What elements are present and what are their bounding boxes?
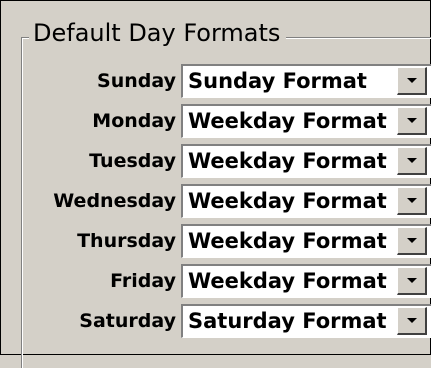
day-label: Friday	[110, 270, 176, 292]
selected-format: Weekday Format	[188, 269, 387, 293]
day-row-sunday: Sunday Sunday Format	[1, 61, 431, 101]
day-label: Monday	[92, 110, 176, 132]
chevron-down-icon	[407, 118, 417, 123]
chevron-down-icon	[407, 198, 417, 203]
dropdown-button[interactable]	[397, 67, 427, 95]
dropdown-button[interactable]	[397, 227, 427, 255]
dropdown-button[interactable]	[397, 267, 427, 295]
day-row-thursday: Thursday Weekday Format	[1, 221, 431, 261]
day-row-friday: Friday Weekday Format	[1, 261, 431, 301]
chevron-down-icon	[407, 238, 417, 243]
day-format-select-wednesday[interactable]: Weekday Format	[181, 184, 431, 218]
day-format-select-monday[interactable]: Weekday Format	[181, 104, 431, 138]
day-row-tuesday: Tuesday Weekday Format	[1, 141, 431, 181]
day-format-select-sunday[interactable]: Sunday Format	[181, 64, 431, 98]
selected-format: Weekday Format	[188, 229, 387, 253]
day-label: Thursday	[77, 230, 176, 252]
selected-format: Weekday Format	[188, 149, 387, 173]
dialog-frame: Default Day Formats Sunday Sunday Format…	[0, 0, 431, 368]
day-label: Wednesday	[53, 190, 176, 212]
day-label: Sunday	[97, 70, 176, 92]
dropdown-button[interactable]	[397, 187, 427, 215]
chevron-down-icon	[407, 158, 417, 163]
day-row-saturday: Saturday Saturday Format	[1, 301, 431, 341]
dropdown-button[interactable]	[397, 147, 427, 175]
selected-format: Sunday Format	[188, 69, 367, 93]
day-row-wednesday: Wednesday Weekday Format	[1, 181, 431, 221]
selected-format: Saturday Format	[188, 309, 387, 333]
group-title: Default Day Formats	[29, 18, 287, 48]
dropdown-button[interactable]	[397, 307, 427, 335]
day-label: Saturday	[79, 310, 176, 332]
chevron-down-icon	[407, 318, 417, 323]
selected-format: Weekday Format	[188, 189, 387, 213]
dropdown-button[interactable]	[397, 107, 427, 135]
day-row-monday: Monday Weekday Format	[1, 101, 431, 141]
day-format-select-friday[interactable]: Weekday Format	[181, 264, 431, 298]
chevron-down-icon	[407, 278, 417, 283]
day-format-select-thursday[interactable]: Weekday Format	[181, 224, 431, 258]
chevron-down-icon	[407, 78, 417, 83]
day-format-select-tuesday[interactable]: Weekday Format	[181, 144, 431, 178]
day-format-select-saturday[interactable]: Saturday Format	[181, 304, 431, 338]
selected-format: Weekday Format	[188, 109, 387, 133]
day-label: Tuesday	[89, 150, 176, 172]
